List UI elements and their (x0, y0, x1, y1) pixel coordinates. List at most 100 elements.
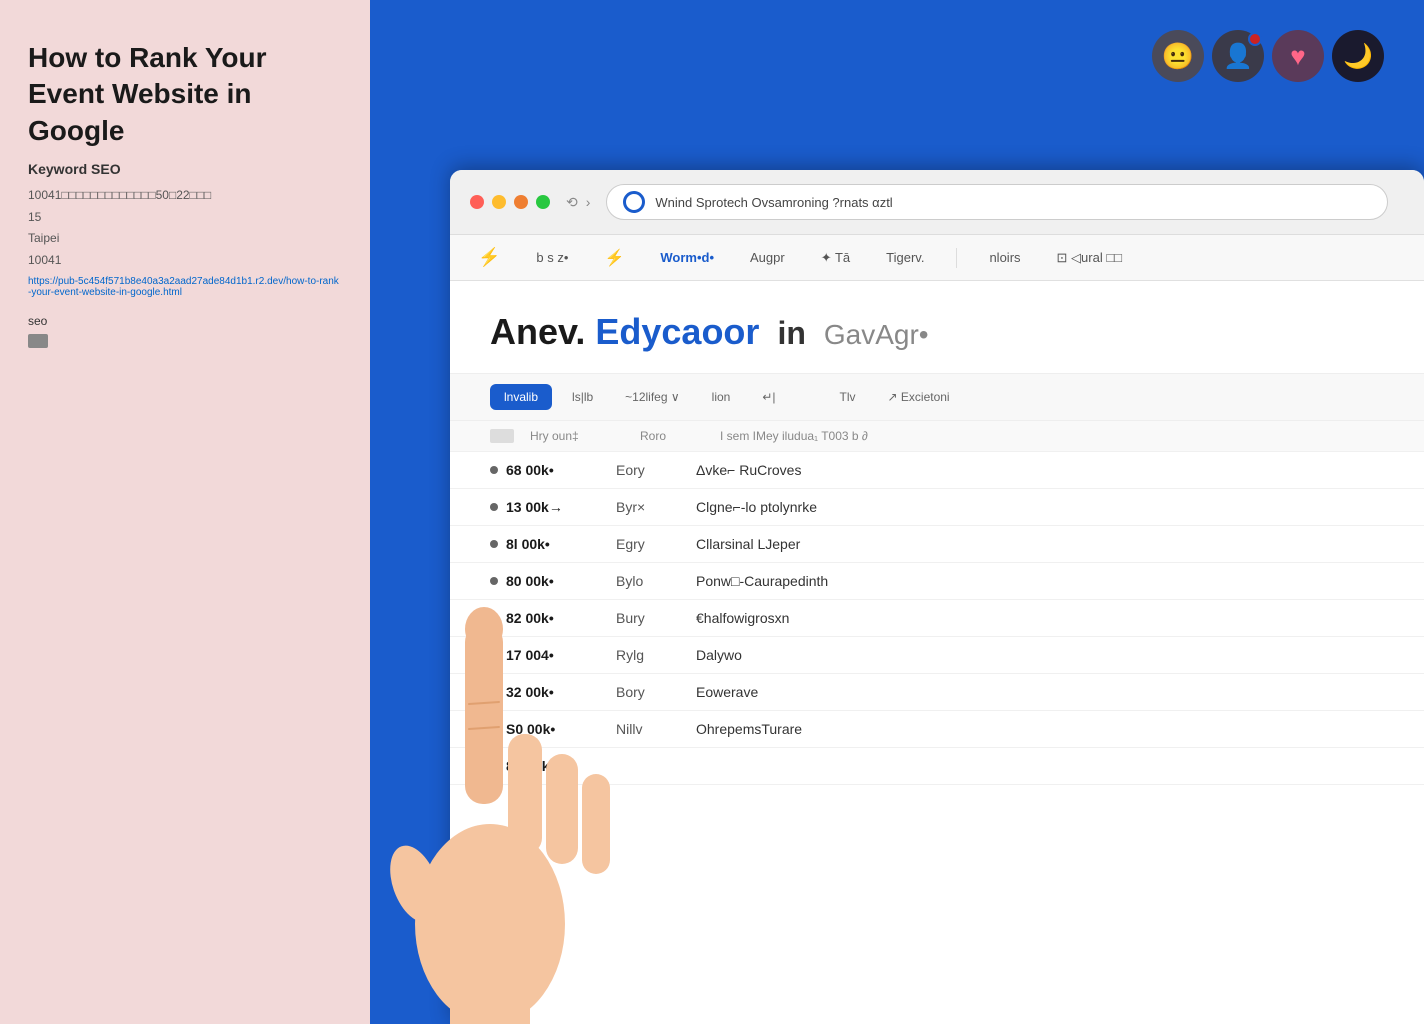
address-text: Wnind Sprotech Ovsamroning ?rnats αztl (655, 195, 1371, 210)
tab-tigerv[interactable]: Tigerv. (878, 246, 932, 269)
meta-line2: 15 (28, 210, 41, 224)
col-export[interactable]: ↗ Excietoni (876, 384, 962, 410)
col-lion[interactable]: lion (700, 384, 743, 410)
sidebar-tag: seo (28, 314, 342, 328)
traffic-lights (470, 195, 550, 209)
header-roro: Roro (640, 429, 720, 443)
tab-worm[interactable]: Worm•d• (652, 246, 722, 269)
row-dot (490, 651, 498, 659)
row-volume: 17 004• (506, 647, 616, 663)
page-title-part4: GavAgr• (824, 319, 929, 351)
page-title-area: Anev. Edycaoor in GavAgr• (490, 311, 1384, 353)
browser-navigation: ⟲ › (566, 194, 590, 211)
traffic-light-yellow[interactable] (492, 195, 506, 209)
page-title-part1: Anev. (490, 311, 585, 353)
content-area: Anev. Edycaoor in GavAgr• lnvalib ls|lb … (450, 281, 1424, 785)
security-icon (623, 191, 645, 213)
row-source: Bylo (616, 573, 696, 589)
tab-icon-2[interactable]: ⚡ (596, 244, 632, 272)
row-volume: 13 00k→ (506, 499, 616, 515)
browser-window: ⟲ › Wnind Sprotech Ovsamroning ?rnats αz… (450, 170, 1424, 1024)
tab-bar: ⚡ b s z• ⚡ Worm•d• Augpr ✦ Tā Tigerv. nl… (450, 235, 1424, 281)
table-header: lnvalib ls|lb ~12lifeg ∨ lion ↵| Tlv ↗ E… (450, 374, 1424, 421)
row-dot (490, 503, 498, 511)
row-dot (490, 540, 498, 548)
row-volume: 68 00k• (506, 462, 616, 478)
traffic-light-red[interactable] (470, 195, 484, 209)
row-source: Nillv (616, 721, 696, 737)
tab-ta[interactable]: ✦ Tā (813, 246, 858, 270)
table-row: 32 00k•BoryEowerave (450, 674, 1424, 711)
sidebar-url[interactable]: https://pub-5c454f571b8e40a3a2aad27ade84… (28, 276, 342, 298)
browser-icon-1: 😐 (1152, 30, 1204, 82)
row-dot (490, 688, 498, 696)
row-intent: Δvke⌐ RuCroves (696, 462, 1384, 478)
col-invalib-label: lnvalib (504, 390, 538, 404)
browser-icon-3: ♥ (1272, 30, 1324, 82)
table-row: 13 00k→Byr×Clgne⌐-lo ptolynrke (450, 489, 1424, 526)
row-source: Eory (616, 462, 696, 478)
row-intent: Dalywo (696, 647, 1384, 663)
row-intent: Cllarsinal LJeper (696, 536, 1384, 552)
col-12lifeg[interactable]: ~12lifeg ∨ (613, 384, 692, 410)
tab-separator (956, 248, 957, 268)
meta-chars: □□□□□□□□□□□□□50□22□□□ (61, 188, 211, 202)
traffic-light-green[interactable] (536, 195, 550, 209)
sidebar-meta: 10041□□□□□□□□□□□□□50□22□□□ 15 Taipei 100… (28, 185, 342, 271)
meta-location: Taipei (28, 231, 59, 245)
row-volume: 8F 00k• (506, 758, 616, 774)
tab-bsz[interactable]: b s z• (528, 246, 576, 269)
table-row: S0 00k•NillvOhrepemsTurare (450, 711, 1424, 748)
meta-line1: 10041 (28, 188, 61, 202)
page-title: How to Rank Your Event Website in Google (28, 40, 342, 149)
col-invalib-btn[interactable]: lnvalib (490, 384, 552, 410)
table-body: 68 00k•EoryΔvke⌐ RuCroves13 00k→Byr×Clgn… (450, 452, 1424, 785)
row-dot (490, 614, 498, 622)
row-intent: Clgne⌐-lo ptolynrke (696, 499, 1384, 515)
row-dot (490, 466, 498, 474)
col-arrow[interactable]: ↵| (750, 384, 787, 410)
row-volume: 8l 00k• (506, 536, 616, 552)
row-dot (490, 577, 498, 585)
table-row: 68 00k•EoryΔvke⌐ RuCroves (450, 452, 1424, 489)
row-source: Bory (616, 684, 696, 700)
table-row: 82 00k•Bury€halfowigrosxn (450, 600, 1424, 637)
tab-aural[interactable]: ⊡ ◁ural □□ (1049, 246, 1131, 270)
forward-icon[interactable]: › (586, 194, 591, 210)
col-lslb[interactable]: ls|lb (560, 384, 605, 410)
traffic-light-orange[interactable] (514, 195, 528, 209)
col-tlv[interactable]: Tlv (828, 384, 868, 410)
row-dot (490, 725, 498, 733)
page-title-part3: in (777, 315, 805, 352)
sidebar-icon (28, 334, 48, 348)
page-header: Anev. Edycaoor in GavAgr• (450, 281, 1424, 374)
row-checkbox-area (490, 429, 514, 443)
row-source: Byr× (616, 499, 696, 515)
row-volume: 82 00k• (506, 610, 616, 626)
address-bar[interactable]: Wnind Sprotech Ovsamroning ?rnats αztl (606, 184, 1388, 220)
tab-nloirs[interactable]: nloirs (981, 246, 1028, 269)
row-source: Rylg (616, 647, 696, 663)
row-intent: OhrepemsTurare (696, 721, 1384, 737)
meta-code: 10041 (28, 253, 61, 267)
row-source: Egry (616, 536, 696, 552)
notification-dot (1248, 32, 1262, 46)
col-separator (796, 391, 820, 403)
browser-icon-2: 👤 (1212, 30, 1264, 82)
browser-bar: ⟲ › Wnind Sprotech Ovsamroning ?rnats αz… (450, 170, 1424, 235)
table-row: 80 00k•ByloPonw□-Caurapedinth (450, 563, 1424, 600)
tab-icon-0[interactable]: ⚡ (470, 243, 508, 272)
row-source: Bury (616, 610, 696, 626)
table-row-header: Hry oun‡ Roro I sem IMey iludua₁ T003 b … (450, 421, 1424, 452)
row-intent: €halfowigrosxn (696, 610, 1384, 626)
tab-augpr[interactable]: Augpr (742, 246, 793, 269)
header-keyword: Hry oun‡ (530, 429, 640, 443)
row-intent: Ponw□-Caurapedinth (696, 573, 1384, 589)
main-area: 😐 👤 ♥ 🌙 (370, 0, 1424, 1024)
table-row: 8F 00k• (450, 748, 1424, 785)
table-row: 17 004•RylgDalywo (450, 637, 1424, 674)
top-header: 😐 👤 ♥ 🌙 (370, 0, 1424, 180)
back-icon[interactable]: ⟲ (566, 194, 578, 211)
header-intent: I sem IMey iludua₁ T003 b ∂ (720, 429, 1384, 443)
row-dot (490, 762, 498, 770)
